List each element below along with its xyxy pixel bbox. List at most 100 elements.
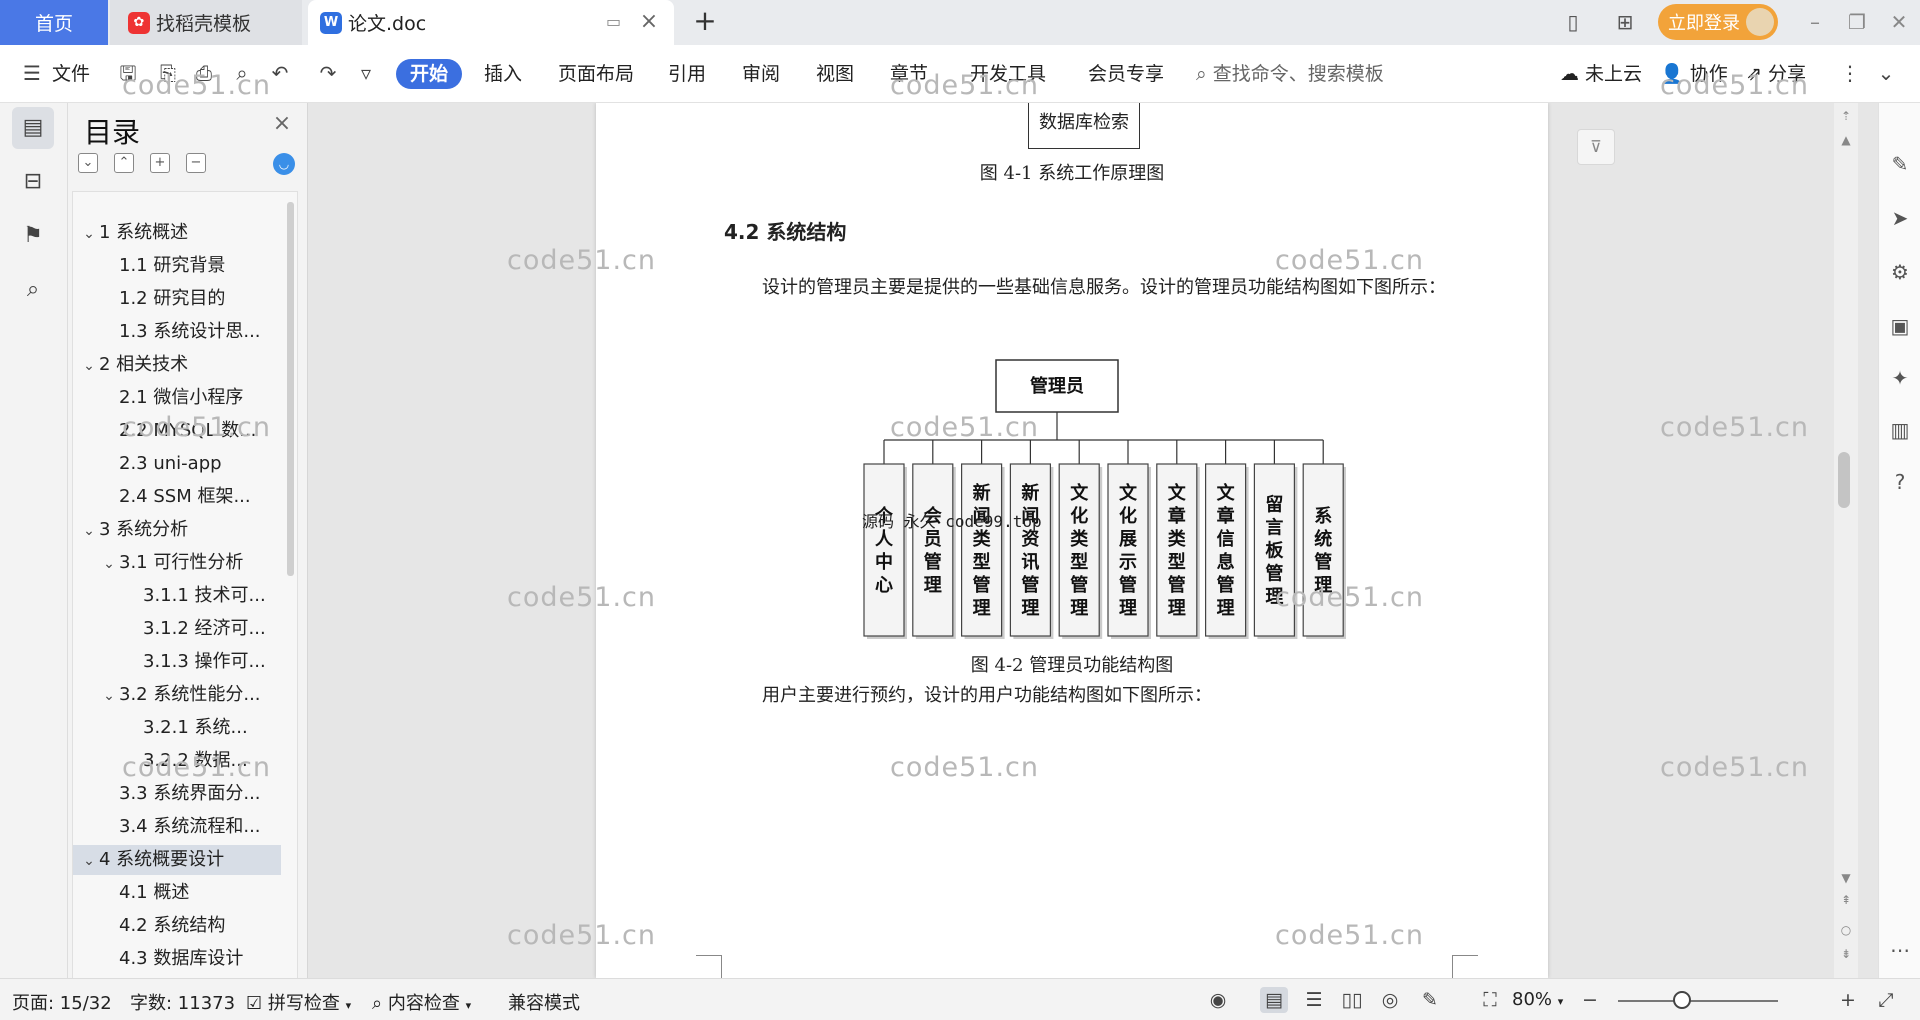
new-tab-button[interactable]: + [690, 7, 720, 37]
command-search-input[interactable]: ⌕ 查找命令、搜索模板 [1196, 59, 1384, 89]
toc-item[interactable]: 3.4 系统流程和... [73, 812, 283, 842]
zoom-slider[interactable] [1618, 1000, 1778, 1002]
tab-home[interactable]: 首页 [0, 0, 108, 45]
chevron-down-icon[interactable]: ⌄ [99, 549, 119, 578]
cloud-status-button[interactable]: ☁ 未上云 [1560, 59, 1642, 89]
toc-item[interactable]: ⌄ 1 系统概述 [73, 218, 283, 248]
chevron-down-icon[interactable]: ⌄ [79, 516, 99, 545]
toc-item[interactable]: 3.1.3 操作可... [73, 647, 283, 677]
customize-dropdown-icon[interactable]: ▿ [352, 59, 380, 87]
toc-item[interactable]: 3.1.2 经济可... [73, 614, 283, 644]
scroll-up-arrow-icon[interactable]: ▲ [1834, 130, 1858, 150]
fold-panel-icon[interactable]: ⊽ [1577, 129, 1615, 165]
print-preview-icon[interactable]: ⌕ [228, 59, 256, 87]
tab-insert[interactable]: 插入 [484, 59, 522, 89]
tab-developer[interactable]: 开发工具 [970, 59, 1046, 89]
vertical-scrollbar[interactable] [1834, 103, 1858, 978]
scroll-top-icon[interactable]: ⇡ [1834, 106, 1858, 126]
chevron-down-icon[interactable]: ⌄ [79, 219, 99, 248]
toc-item[interactable]: 4.1 概述 [73, 878, 283, 908]
toc-item[interactable]: ⌄ 2 相关技术 [73, 350, 283, 380]
file-menu[interactable]: 文件 [52, 59, 90, 89]
toc-item[interactable]: 2.2 MYSQL 数... [73, 416, 283, 446]
bookmark-icon[interactable]: ⚑ [12, 215, 54, 257]
web-view-icon[interactable]: ◎ [1376, 987, 1404, 1013]
toc-item[interactable]: ⌄ 3.2 系统性能分... [73, 680, 283, 710]
page-indicator[interactable]: 页面: 15/32 [12, 989, 112, 1015]
tab-references[interactable]: 引用 [668, 59, 706, 89]
prev-page-icon[interactable]: ⇞ [1834, 890, 1858, 910]
monitor-icon[interactable]: ▭ [606, 12, 626, 32]
restore-icon[interactable]: ❐ [1842, 8, 1872, 36]
tab-templates[interactable]: ✿ 找稻壳模板 [110, 0, 302, 45]
next-page-icon[interactable]: ⇟ [1834, 944, 1858, 964]
chapter-nav-icon[interactable]: ⊟ [12, 161, 54, 203]
write-view-icon[interactable]: ✎ [1416, 987, 1444, 1013]
outline-view-icon[interactable]: ☰ [1300, 987, 1328, 1013]
spellcheck-button[interactable]: ☑ 拼写检查 ▾ [246, 989, 351, 1015]
toc-panel-icon[interactable]: ▤ [12, 107, 54, 149]
pen-icon[interactable]: ✎ [1885, 149, 1915, 179]
translate-icon[interactable]: ▣ [1885, 311, 1915, 341]
toc-item[interactable]: 4.2 系统结构 [73, 911, 283, 941]
toc-item[interactable]: 1.3 系统设计思... [73, 317, 283, 347]
eye-protection-icon[interactable]: ◉ [1204, 987, 1232, 1013]
toc-item[interactable]: 2.4 SSM 框架... [73, 482, 283, 512]
sync-toc-icon[interactable]: ◡ [273, 153, 295, 175]
collab-button[interactable]: 👤 协作 [1660, 59, 1728, 89]
collapse-ribbon-icon[interactable]: ⌄ [1872, 59, 1900, 87]
fit-page-icon[interactable]: ⛶ [1476, 987, 1504, 1013]
word-count[interactable]: 字数: 11373 [130, 989, 235, 1015]
reading-view-icon[interactable]: ▯▯ [1338, 987, 1366, 1013]
toc-item[interactable]: 3.2.1 系统... [73, 713, 283, 743]
page-view-icon[interactable]: ▤ [1260, 987, 1288, 1013]
find-icon[interactable]: ⌕ [12, 269, 54, 311]
zoom-in-icon[interactable]: + [1834, 987, 1862, 1013]
zoom-out-icon[interactable]: − [1576, 987, 1604, 1013]
chevron-down-icon[interactable]: ⌄ [79, 351, 99, 380]
undo-icon[interactable]: ↶ [266, 59, 294, 87]
scroll-down-arrow-icon[interactable]: ▼ [1834, 868, 1858, 888]
tab-chapter[interactable]: 章节 [890, 59, 928, 89]
tab-document[interactable]: W 论文.doc ▭ × [308, 0, 674, 45]
toc-item[interactable]: 3.2.2 数据... [73, 746, 283, 776]
minimize-icon[interactable]: – [1800, 8, 1830, 36]
toc-item[interactable]: 2.1 微信小程序 [73, 383, 283, 413]
tab-start[interactable]: 开始 [396, 59, 462, 89]
toc-item[interactable]: 1.2 研究目的 [73, 284, 283, 314]
toc-item[interactable]: 1.1 研究背景 [73, 251, 283, 281]
hamburger-menu-icon[interactable]: ☰ [18, 59, 46, 87]
close-tab-icon[interactable]: × [638, 11, 660, 33]
tab-view[interactable]: 视图 [816, 59, 854, 89]
share-button[interactable]: ⇗ 分享 [1746, 59, 1806, 89]
toc-item[interactable]: 3.3 系统界面分... [73, 779, 283, 809]
zoom-slider-knob[interactable] [1673, 991, 1691, 1009]
promote-level-icon[interactable]: + [150, 153, 170, 173]
layout-switch-icon[interactable]: ▯ [1558, 8, 1588, 36]
select-cursor-icon[interactable]: ➤ [1885, 203, 1915, 233]
print-icon[interactable]: ⎙ [190, 59, 218, 87]
ai-assistant-icon[interactable]: ✦ [1885, 363, 1915, 393]
scrollbar-thumb[interactable] [1838, 452, 1850, 508]
close-toc-icon[interactable]: × [270, 111, 294, 136]
apps-grid-icon[interactable]: ⊞ [1610, 8, 1640, 36]
toc-item[interactable]: ⌄ 4 系统概要设计 [73, 845, 281, 875]
toc-item[interactable]: 4.3 数据库设计 [73, 944, 283, 974]
demote-level-icon[interactable]: − [186, 153, 206, 173]
content-check-button[interactable]: ⌕ 内容检查 ▾ [372, 989, 471, 1015]
export-icon[interactable]: ⎘ [154, 59, 182, 87]
tab-review[interactable]: 审阅 [742, 59, 780, 89]
reading-icon[interactable]: ▥ [1885, 415, 1915, 445]
login-button[interactable]: 立即登录 [1658, 4, 1778, 40]
save-icon[interactable]: 🖫 [114, 59, 142, 87]
tab-member[interactable]: 会员专享 [1088, 59, 1164, 89]
toc-item[interactable]: 3.1.1 技术可... [73, 581, 283, 611]
select-browse-object-icon[interactable]: ○ [1834, 920, 1858, 940]
more-options-icon[interactable]: ⋮ [1836, 59, 1864, 87]
toc-scrollbar[interactable] [287, 202, 294, 576]
close-window-icon[interactable]: ✕ [1884, 8, 1914, 36]
zoom-level[interactable]: 80% ▾ [1512, 989, 1563, 1010]
tab-page-layout[interactable]: 页面布局 [558, 59, 634, 89]
adjust-sliders-icon[interactable]: ⚙ [1885, 257, 1915, 287]
expand-all-icon[interactable]: ⌄ [78, 153, 98, 173]
